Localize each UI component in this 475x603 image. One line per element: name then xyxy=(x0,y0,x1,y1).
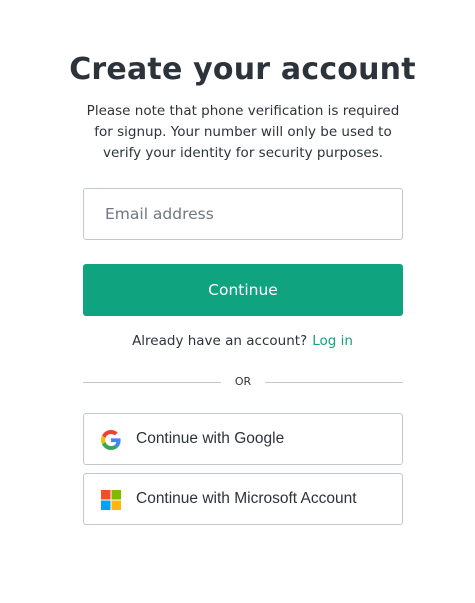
page-subtitle: Please note that phone verification is r… xyxy=(86,103,400,161)
divider-line-left xyxy=(83,382,221,383)
login-prompt-text: Already have an account? xyxy=(132,333,308,349)
continue-with-microsoft-button[interactable]: Continue with Microsoft Account xyxy=(83,473,403,525)
login-prompt-row: Already have an account? Log in xyxy=(0,333,475,349)
or-divider: OR xyxy=(83,374,403,390)
divider-label: OR xyxy=(234,375,252,388)
continue-button[interactable]: Continue xyxy=(83,264,403,316)
divider-line-right xyxy=(265,382,403,383)
google-icon xyxy=(101,430,121,450)
login-link[interactable]: Log in xyxy=(312,333,353,349)
microsoft-button-label: Continue with Microsoft Account xyxy=(136,490,357,507)
continue-with-google-button[interactable]: Continue with Google xyxy=(83,413,403,465)
signup-page: Create your account Please note that pho… xyxy=(0,0,475,603)
google-button-label: Continue with Google xyxy=(136,430,285,447)
page-title: Create your account xyxy=(69,52,416,87)
email-field[interactable] xyxy=(83,188,403,240)
microsoft-icon xyxy=(101,490,121,510)
